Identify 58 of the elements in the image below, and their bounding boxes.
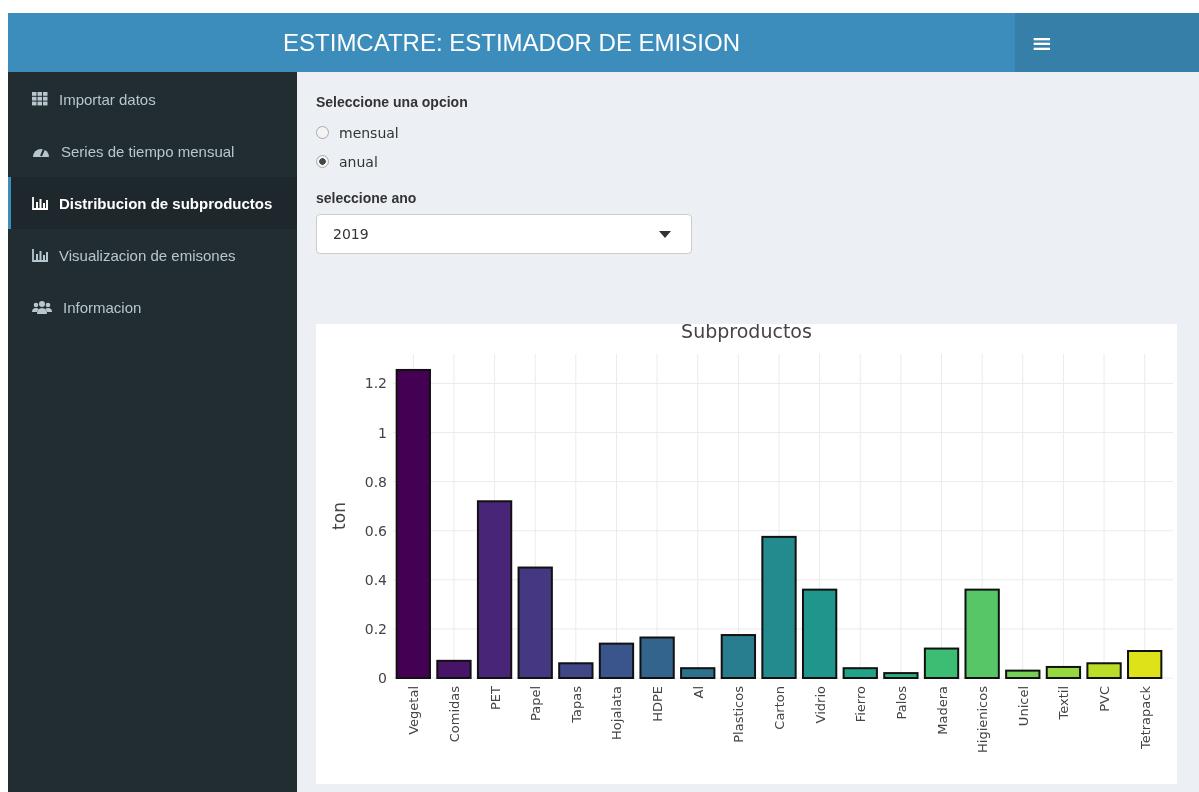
bar: [883, 672, 919, 679]
x-tick-label: Papel: [528, 686, 544, 722]
x-tick-label: Vidrio: [812, 686, 828, 724]
x-tick-label: Textil: [1056, 686, 1072, 720]
x-tick-label: Hojalata: [609, 686, 625, 740]
x-tick-label: Carton: [772, 686, 787, 730]
bar: [1127, 650, 1163, 679]
bar: [639, 636, 675, 679]
radio-option[interactable]: anual: [316, 147, 1180, 176]
y-tick-label: 0.4: [364, 571, 387, 588]
x-tick-label: Plasticos: [731, 686, 747, 743]
x-tick-label: Higienicos: [975, 686, 991, 753]
menu-button[interactable]: ≡: [1015, 13, 1199, 72]
bar: [1005, 669, 1041, 679]
y-tick-label: 0.2: [364, 620, 387, 637]
bar-chart-icon: [32, 248, 48, 262]
sidebar-item[interactable]: Distribucion de subproductos: [8, 177, 297, 229]
x-tick-label: HDPE: [650, 686, 666, 722]
bar: [680, 667, 716, 679]
bar: [1045, 665, 1082, 679]
app-title: ESTIMCATRE: ESTIMADOR DE EMISION: [282, 27, 741, 58]
grid-icon: [32, 92, 48, 106]
year-label: seleccione ano: [316, 190, 418, 206]
year-dropdown[interactable]: 2019: [316, 214, 692, 254]
users-icon: [32, 300, 52, 314]
x-tick-label: Comidas: [446, 686, 462, 743]
bar: [436, 659, 472, 679]
x-tick-label: Tetrapack: [1137, 686, 1153, 750]
y-tick-label: 0: [378, 670, 387, 686]
y-tick-label: 0.6: [364, 522, 387, 539]
bar: [720, 634, 757, 679]
radio-option[interactable]: mensual: [316, 118, 1180, 147]
y-tick-label: 1.2: [364, 375, 387, 392]
sidebar-item[interactable]: Importar datos: [8, 73, 297, 125]
sidebar-item[interactable]: Visualizacion de emisones: [8, 229, 297, 281]
y-tick-label: 0.8: [364, 473, 387, 490]
x-tick-label: Vegetal: [406, 686, 422, 735]
x-tick-label: Madera: [934, 686, 950, 735]
x-tick-label: Unicel: [1015, 686, 1031, 727]
x-tick-label: PVC: [1097, 686, 1113, 712]
y-axis-title: ton: [329, 502, 349, 530]
bar-chart-icon: [32, 196, 48, 210]
bar: [1086, 662, 1122, 679]
option-label: Seleccione una opcion: [316, 94, 469, 110]
chart-title: Subproductos: [681, 324, 812, 342]
bar: [598, 642, 635, 679]
x-tick-label: PET: [487, 686, 503, 710]
sidebar-item[interactable]: Series de tiempo mensual: [8, 125, 297, 177]
x-tick-label: Fierro: [853, 686, 869, 723]
sidebar-item[interactable]: Informacion: [8, 281, 297, 333]
x-tick-label: Palos: [893, 686, 909, 720]
x-tick-label: Al: [690, 686, 706, 699]
bar: [558, 662, 594, 679]
y-tick-label: 1: [378, 424, 387, 441]
caret-icon: [659, 230, 671, 238]
bar: [923, 647, 960, 679]
x-tick-label: Tapas: [568, 686, 584, 723]
bar: [842, 667, 878, 679]
